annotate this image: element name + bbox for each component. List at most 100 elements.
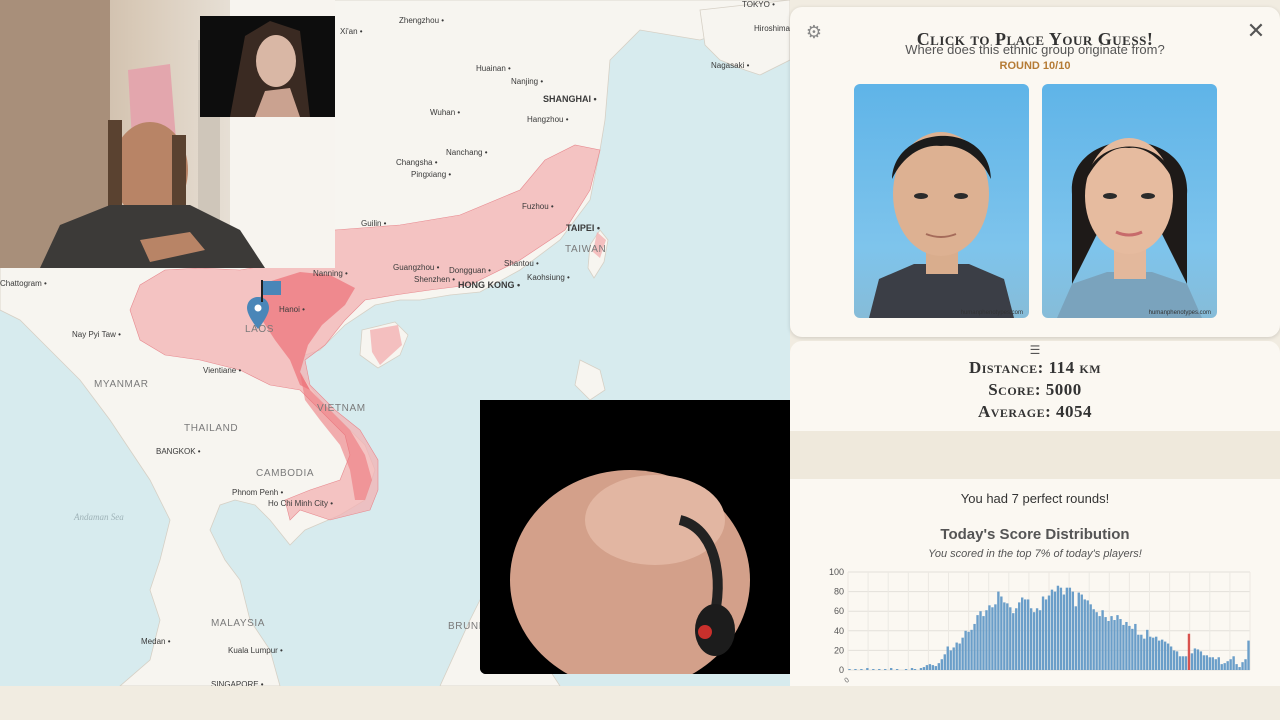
distribution-bar [997, 591, 1000, 670]
distribution-bar [904, 669, 908, 670]
distribution-bar [1107, 621, 1110, 670]
drag-handle-icon[interactable]: ☰ [790, 343, 1280, 357]
distribution-bar [1086, 600, 1089, 670]
distribution-subtitle: You scored in the top 7% of today's play… [928, 548, 1142, 560]
distribution-bar [1053, 591, 1057, 670]
city-label: Medan [141, 637, 171, 646]
city-label: Fuzhou [522, 202, 554, 211]
distribution-bar [934, 666, 938, 670]
distribution-bar [943, 654, 946, 670]
distribution-bar [1146, 629, 1149, 670]
round-label: ROUND 10/10 [999, 60, 1071, 72]
distribution-bar [1083, 599, 1086, 670]
guess-panel: ⚙ ✕ Click to Place Your Guess! Where doe… [790, 7, 1280, 337]
country-label: CAMBODIA [256, 468, 315, 479]
distribution-bar [1041, 596, 1045, 670]
city-label: Shenzhen [414, 275, 455, 284]
distribution-bar [1184, 656, 1188, 670]
distribution-bar [973, 623, 976, 670]
score-stat: Score: 5000 [988, 380, 1082, 399]
distribution-bar [1244, 659, 1247, 670]
distance-stat: Distance: 114 km [968, 358, 1102, 377]
distribution-bar [1018, 602, 1021, 670]
distribution-bar [895, 669, 899, 670]
distribution-bar [1214, 659, 1217, 670]
city-label: Nagasaki [711, 61, 749, 70]
distribution-bar [1137, 634, 1140, 670]
distribution-bar [1143, 638, 1146, 670]
city-label: TAIPEI [566, 223, 600, 233]
distribution-bar [1116, 615, 1119, 670]
distribution-bar [1196, 649, 1200, 670]
distribution-bar [1149, 636, 1152, 670]
perfect-rounds-text: You had 7 perfect rounds! [960, 491, 1110, 506]
distribution-bar [913, 669, 917, 670]
city-label: Pingxiang [411, 170, 451, 179]
distribution-bar [866, 668, 869, 670]
distribution-bar [1071, 591, 1075, 670]
answer-flag-icon [261, 280, 281, 302]
distribution-bar [1003, 602, 1006, 670]
distribution-bar [1160, 639, 1164, 670]
country-label: LAOS [245, 324, 275, 335]
face-photo-female: humanphenotypes.com [1042, 84, 1217, 318]
distribution-bar [1205, 655, 1209, 670]
distribution-bar [1220, 664, 1223, 670]
city-label: Hanoi [279, 305, 305, 314]
guess-subtitle: Where does this ethnic group originate f… [905, 42, 1165, 57]
distribution-bar [1032, 612, 1036, 670]
distribution-bar [1238, 667, 1241, 670]
distribution-bar [1023, 599, 1027, 670]
distribution-bar [1095, 612, 1098, 670]
distribution-bar [931, 665, 935, 670]
webcam-feed-2 [200, 16, 335, 117]
x-tick-label: 0 [844, 677, 851, 685]
average-stat: Average: 4054 [977, 402, 1093, 421]
distribution-bar [1193, 648, 1197, 670]
y-tick-label: 100 [829, 568, 844, 577]
city-label: Shantou [504, 259, 539, 268]
distribution-bar [988, 605, 991, 670]
distribution-bar [1119, 619, 1122, 670]
distribution-bar [1012, 613, 1015, 670]
distribution-bar [1092, 609, 1095, 670]
city-label: SINGAPORE [211, 680, 264, 686]
distribution-bar [878, 669, 881, 670]
distribution-bar [1181, 656, 1185, 670]
city-label: Hangzhou [527, 115, 569, 124]
distribution-bar [1229, 659, 1232, 670]
distribution-bar [854, 669, 857, 670]
city-label: Nanchang [446, 148, 488, 157]
distribution-title: Today's Score Distribution [940, 526, 1130, 543]
distribution-bar [1056, 585, 1060, 670]
distribution-bar [1226, 661, 1229, 670]
distribution-bar [1089, 604, 1092, 670]
city-label: Nanning [313, 269, 348, 278]
city-label: Chattogram [0, 279, 47, 288]
distribution-bar [937, 663, 941, 670]
distribution-bar [1128, 625, 1131, 670]
webcam-feed-3 [480, 400, 823, 674]
face-photo-male: humanphenotypes.com [854, 84, 1029, 318]
distribution-bar [949, 650, 952, 670]
city-label: Xi'an [340, 27, 363, 36]
city-label: Zhengzhou [399, 16, 444, 25]
distribution-bar [946, 646, 949, 670]
watermark-text: humanphenotypes.com [960, 310, 1023, 316]
distribution-bar [1062, 594, 1066, 670]
distribution-bar [910, 668, 914, 670]
watermark-text: humanphenotypes.com [1148, 310, 1211, 316]
distribution-bar [1166, 643, 1170, 670]
city-label: HONG KONG [458, 280, 520, 290]
distribution-bar [979, 611, 982, 670]
distribution-bar [1006, 603, 1009, 670]
distribution-bar [872, 669, 875, 670]
distribution-bar [958, 643, 961, 670]
distribution-bar [1000, 596, 1003, 670]
distribution-bar [1131, 628, 1134, 670]
result-band [790, 431, 1280, 479]
distribution-bar [1125, 621, 1128, 670]
city-label: TOKYO [742, 0, 775, 9]
y-tick-label: 0 [839, 665, 844, 675]
y-tick-label: 20 [834, 645, 844, 655]
